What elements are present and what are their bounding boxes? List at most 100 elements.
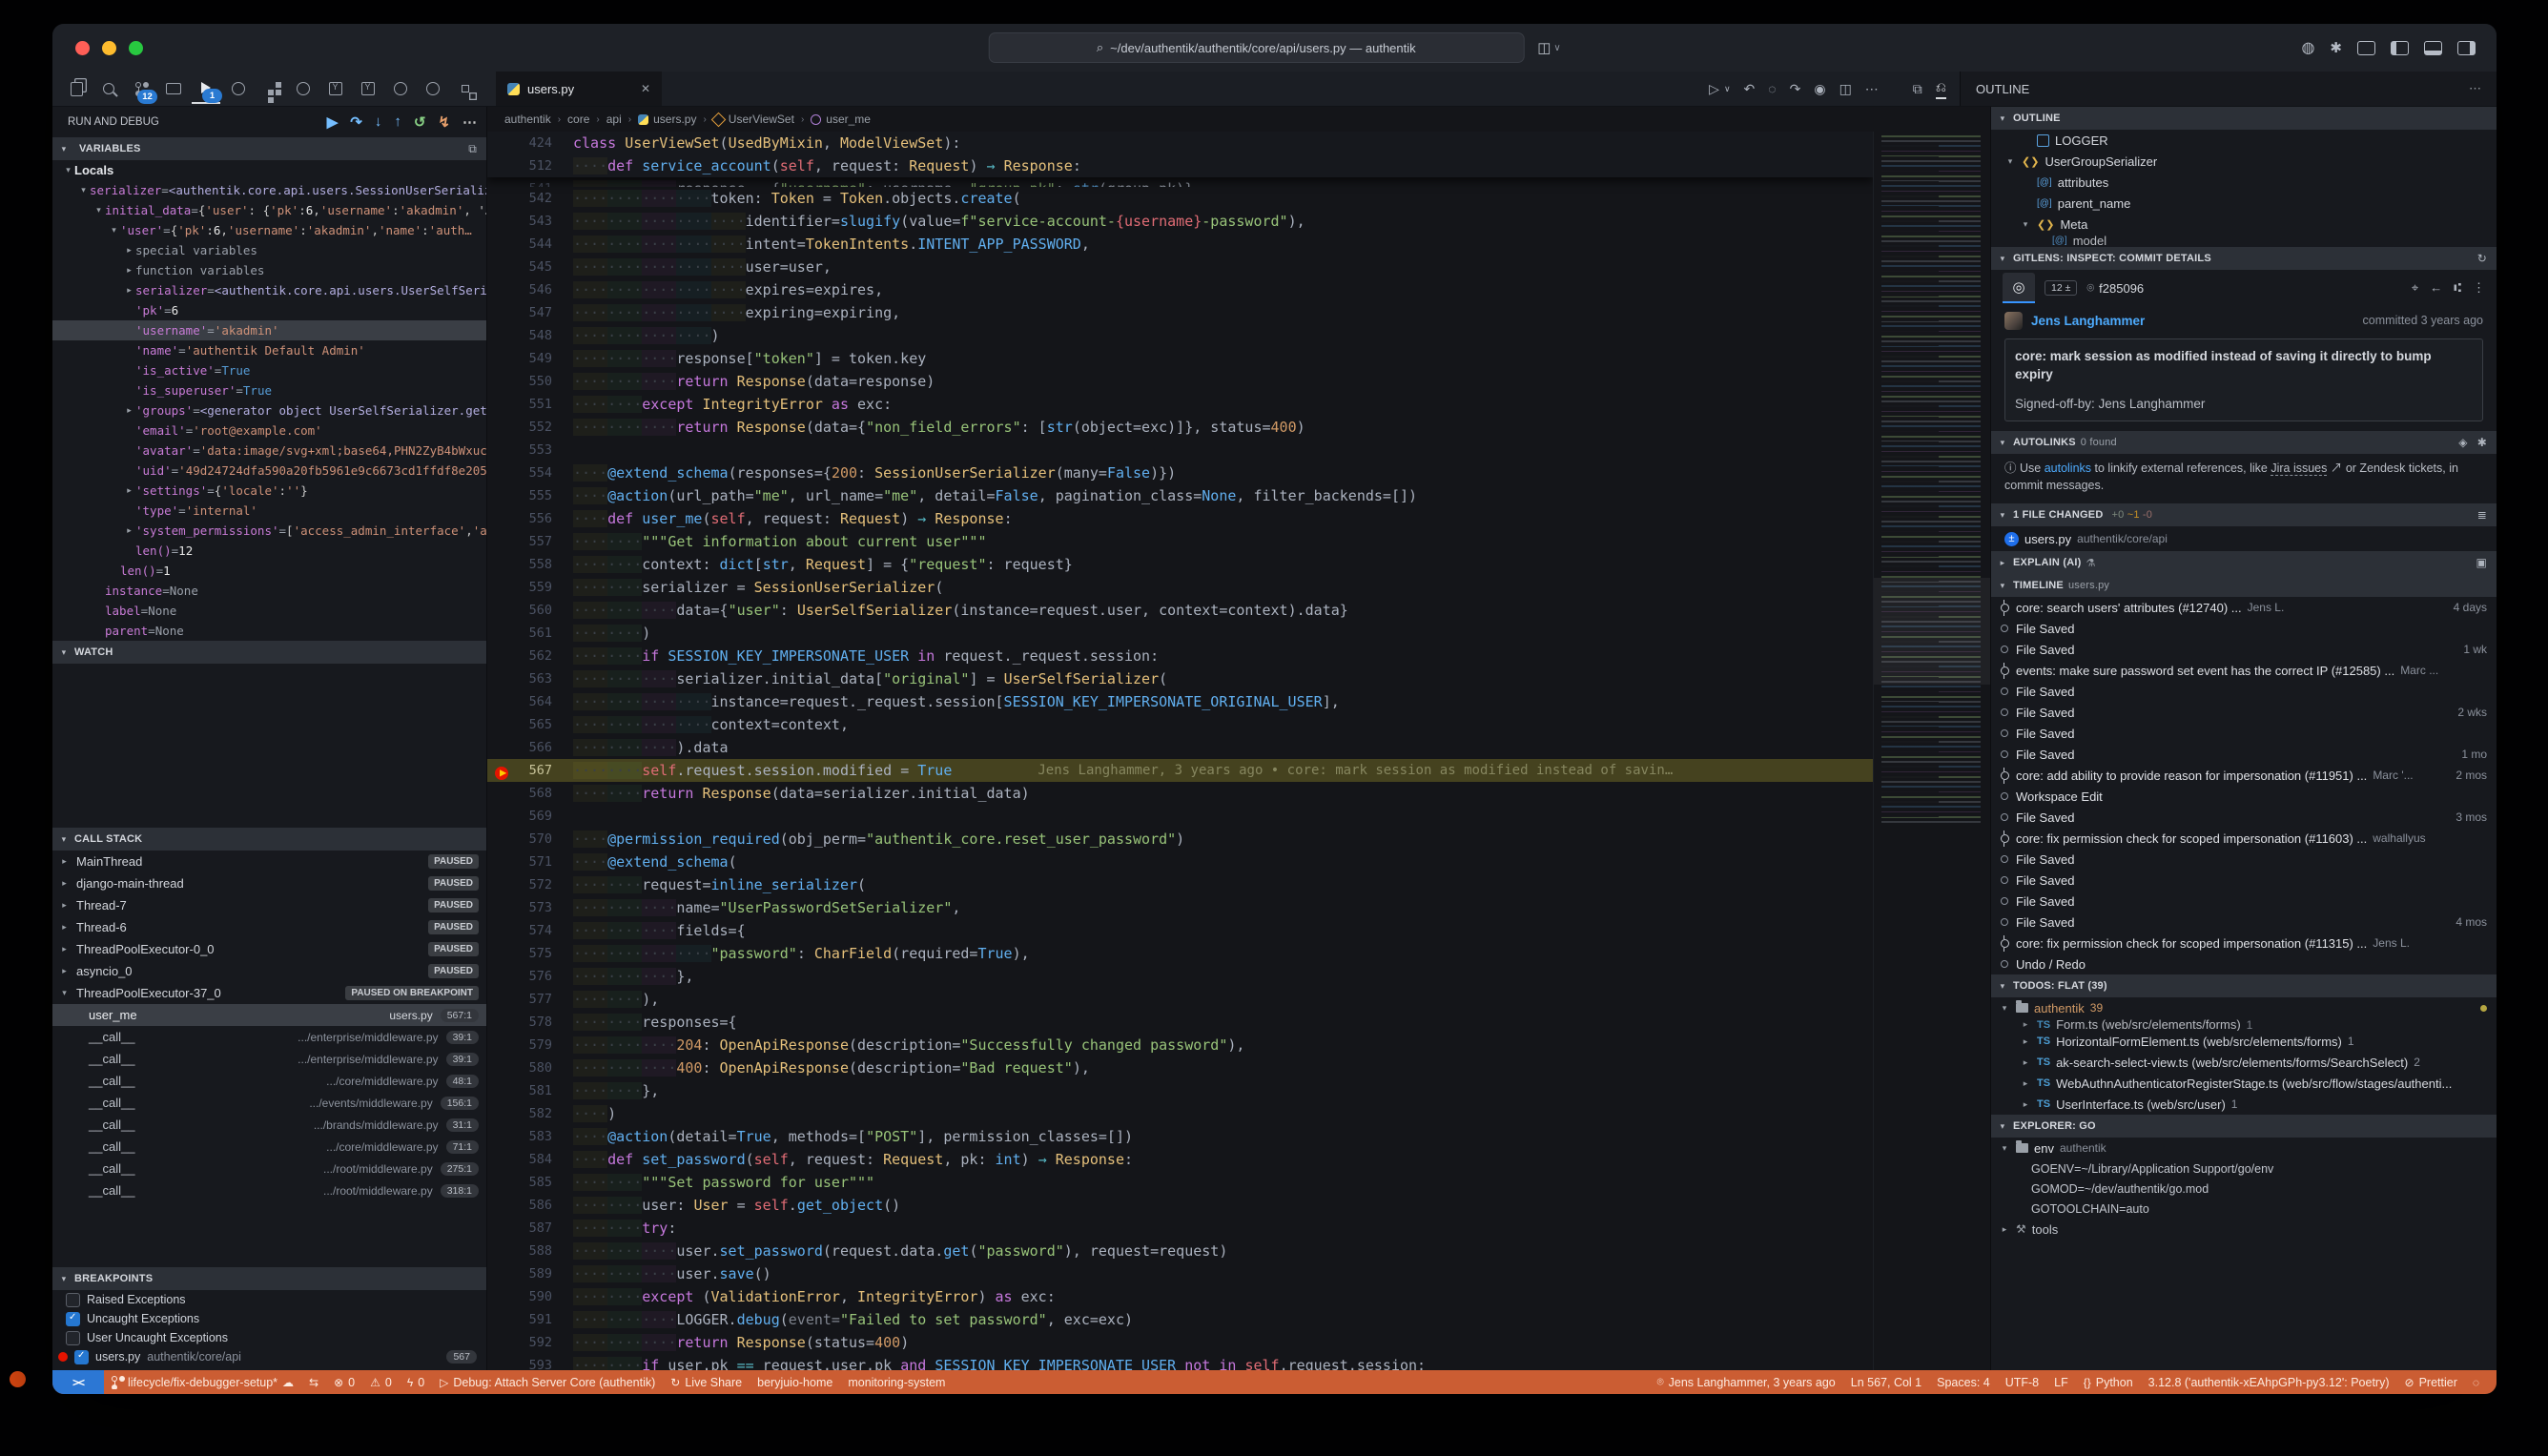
timeline-item[interactable]: core: fix permission check for scoped im… (1991, 933, 2497, 954)
stack-frame-row[interactable]: __call__.../enterprise/middleware.py39:1 (52, 1026, 486, 1048)
outline-item-UserGroupSerializer[interactable]: ▾❮❯UserGroupSerializer (1991, 151, 2497, 172)
beryjuio-home-status[interactable]: beryjuio-home (750, 1376, 840, 1389)
pull-requests-icon[interactable] (321, 74, 350, 103)
run-dropdown[interactable]: ∨ (1724, 84, 1731, 94)
copy-value-icon[interactable]: ⧉ (468, 142, 477, 156)
customize-layout-icon[interactable] (2357, 41, 2375, 55)
monitoring-system-status[interactable]: monitoring-system (840, 1376, 953, 1389)
code-line-551[interactable]: 551········except IntegrityError as exc: (487, 393, 1873, 416)
todo-file-row[interactable]: ▸TSak-search-select-view.ts (web/src/ele… (1991, 1052, 2497, 1073)
live-share-icon[interactable] (386, 74, 415, 103)
code-line-546[interactable]: 546····················expires=expires, (487, 278, 1873, 301)
step-back-icon[interactable]: ↶ (1744, 81, 1756, 97)
autolinks-section-header[interactable]: ▾ AUTOLINKS 0 found ◈✱ (1991, 431, 2497, 454)
close-window-button[interactable] (75, 41, 90, 55)
breakpoint-checkbox[interactable] (66, 1331, 80, 1345)
autolinks-link[interactable]: autolinks (2045, 461, 2091, 475)
go-env-var[interactable]: GOTOOLCHAIN=auto (1991, 1199, 2497, 1219)
variable-row[interactable]: 'is_active' = True (52, 360, 486, 380)
minimap[interactable] (1873, 132, 1990, 1370)
copilot-menu[interactable]: ◫ ∨ (1537, 39, 1561, 56)
code-line-558[interactable]: 558········context: dict[str, Request] =… (487, 553, 1873, 576)
thread-row[interactable]: ▸django-main-threadPAUSED (52, 872, 486, 894)
variable-row[interactable]: 'pk' = 6 (52, 300, 486, 320)
go-env-var[interactable]: GOENV=~/Library/Application Support/go/e… (1991, 1159, 2497, 1179)
stack-frame-row[interactable]: __call__.../core/middleware.py48:1 (52, 1070, 486, 1092)
code-line-568[interactable]: 568········return Response(data=serializ… (487, 782, 1873, 805)
code-line-566[interactable]: 566············).data (487, 736, 1873, 759)
variable-row[interactable]: ▾Locals (52, 160, 486, 180)
code-line-550[interactable]: 550············return Response(data=resp… (487, 370, 1873, 393)
notifications-bell[interactable]: ◌ (2465, 1376, 2487, 1389)
code-line-552[interactable]: 552············return Response(data={"no… (487, 416, 1873, 439)
code-line-561[interactable]: 561········) (487, 622, 1873, 645)
timeline-section-header[interactable]: ▾ TIMELINE users.py (1991, 574, 2497, 597)
code-line-576[interactable]: 576············}, (487, 965, 1873, 988)
code-line-586[interactable]: 586········user: User = self.get_object(… (487, 1194, 1873, 1217)
timeline-item[interactable]: Workspace Edit (1991, 786, 2497, 807)
code-line-581[interactable]: 581········}, (487, 1079, 1873, 1102)
variable-row[interactable]: len() = 12 (52, 541, 486, 561)
outline-section-header[interactable]: ▾ OUTLINE (1991, 107, 2497, 130)
disconnect-button[interactable]: ↯ (438, 113, 450, 131)
pin-explain-icon[interactable]: ▣ (2476, 556, 2487, 569)
editor-more-button[interactable]: ⋯ (1865, 81, 1879, 97)
blame-status[interactable]: ⌾Jens Langhammer, 3 years ago (1649, 1375, 1842, 1389)
breakpoint-checkbox[interactable] (74, 1350, 89, 1364)
live-share-status[interactable]: ↻Live Share (663, 1376, 750, 1389)
code-line-575[interactable]: 575················"password": CharField… (487, 942, 1873, 965)
search-icon[interactable] (94, 74, 123, 103)
stack-frame-row[interactable]: __call__.../core/middleware.py71:1 (52, 1136, 486, 1158)
language-status[interactable]: {}Python (2076, 1376, 2141, 1389)
variable-row[interactable]: ▸function variables (52, 260, 486, 280)
code-line-557[interactable]: 557········"""Get information about curr… (487, 530, 1873, 553)
toggle-left-sidebar-icon[interactable] (2391, 41, 2409, 55)
thread-row[interactable]: ▸ThreadPoolExecutor-0_0PAUSED (52, 938, 486, 960)
commit-author-link[interactable]: Jens Langhammer (2031, 314, 2145, 328)
extensions-icon[interactable] (257, 74, 285, 103)
back-icon[interactable]: ← (2430, 280, 2442, 296)
timeline-item[interactable]: File Saved (1991, 870, 2497, 891)
variable-row[interactable]: ▸'settings' = {'locale': ''} (52, 481, 486, 501)
code-line-560[interactable]: 560············data={"user": UserSelfSer… (487, 599, 1873, 622)
timeline-item[interactable]: File Saved (1991, 681, 2497, 702)
pin-icon[interactable]: ⌖ (2412, 280, 2418, 296)
variable-row[interactable]: parent = None (52, 621, 486, 641)
source-control-icon[interactable]: 12 (127, 74, 155, 103)
close-tab-icon[interactable]: ✕ (641, 82, 650, 95)
testing-icon[interactable] (224, 74, 253, 103)
breakpoint-row[interactable]: Uncaught Exceptions (52, 1309, 486, 1328)
code-line-578[interactable]: 578········responses={ (487, 1011, 1873, 1034)
code-line-591[interactable]: 591············LOGGER.debug(event="Faile… (487, 1308, 1873, 1331)
gitlens-icon[interactable] (354, 74, 382, 103)
code-line-555[interactable]: 555····@action(url_path="me", url_name="… (487, 484, 1873, 507)
account-icon[interactable]: ◍ (2301, 38, 2314, 57)
timeline-item[interactable]: events: make sure password set event has… (1991, 660, 2497, 681)
minimap-slider[interactable] (1874, 578, 1990, 685)
variable-row[interactable]: ▸'system_permissions' = ['access_admin_i… (52, 521, 486, 541)
code-line-554[interactable]: 554····@extend_schema(responses={200: Se… (487, 461, 1873, 484)
code-line-545[interactable]: 545····················user=user, (487, 256, 1873, 278)
stack-frame-row[interactable]: __call__.../enterprise/middleware.py39:1 (52, 1048, 486, 1070)
variable-row[interactable]: label = None (52, 601, 486, 621)
timeline-item[interactable]: File Saved1 mo (1991, 744, 2497, 765)
explorer-go-section-header[interactable]: ▾ EXPLORER: GO (1991, 1115, 2497, 1138)
stack-frame-row[interactable]: user_meusers.py567:1 (52, 1004, 486, 1026)
code-line-579[interactable]: 579············204: OpenApiResponse(desc… (487, 1034, 1873, 1056)
variable-row[interactable]: ▾'user' = {'pk': 6, 'username': 'akadmin… (52, 220, 486, 240)
variable-row[interactable]: 'name' = 'authentik Default Admin' (52, 340, 486, 360)
stack-frame-row[interactable]: __call__.../root/middleware.py275:1 (52, 1158, 486, 1179)
code-line-556[interactable]: 556····def user_me(self, request: Reques… (487, 507, 1873, 530)
outline-item-parent_name[interactable]: [@]parent_name (1991, 193, 2497, 214)
open-changes-icon[interactable]: ⧉ (1913, 81, 1922, 97)
toggle-bottom-panel-icon[interactable] (2424, 41, 2442, 55)
code-line-570[interactable]: 570····@permission_required(obj_perm="au… (487, 828, 1873, 851)
thread-row[interactable]: ▸Thread-7PAUSED (52, 894, 486, 916)
code-line-542[interactable]: 542················token: Token = Token.… (487, 187, 1873, 210)
go-env-row[interactable]: ▾ env authentik (1991, 1138, 2497, 1159)
code-line-553[interactable]: 553 (487, 439, 1873, 461)
variable-row[interactable]: instance = None (52, 581, 486, 601)
code-line-562[interactable]: 562········if SESSION_KEY_IMPERSONATE_US… (487, 645, 1873, 667)
toggle-right-sidebar-icon[interactable] (2457, 41, 2476, 55)
code-line-424[interactable]: 424class UserViewSet(UsedByMixin, ModelV… (487, 132, 1873, 154)
